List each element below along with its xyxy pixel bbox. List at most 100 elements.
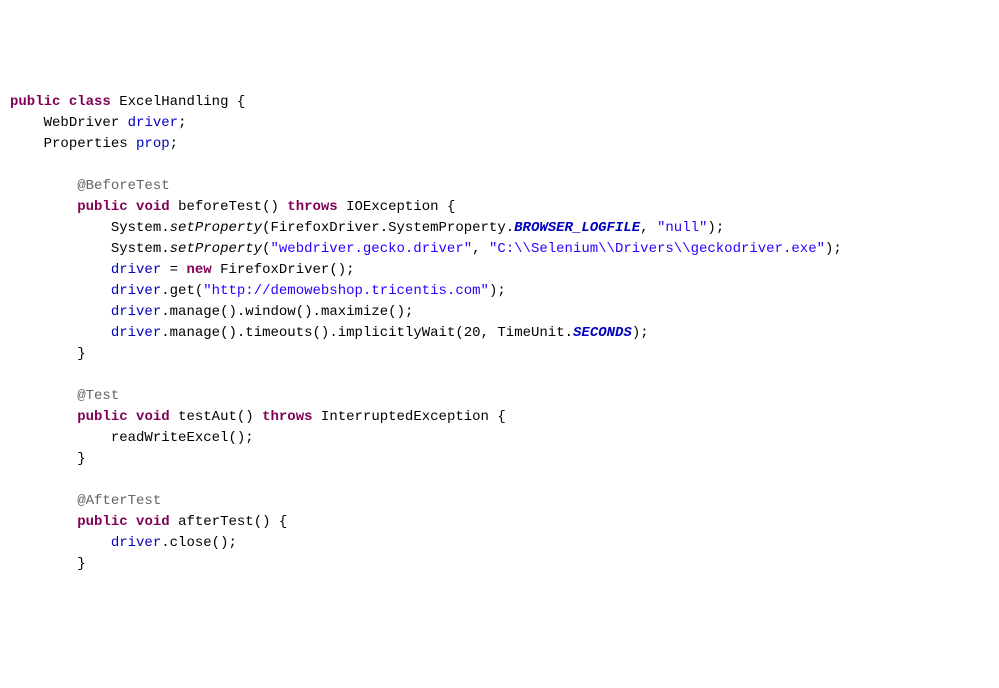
field-driver: driver [111,304,161,320]
semicolon: ; [833,241,841,257]
identifier-firefoxdriver: FirefoxDriver [220,262,329,278]
annotation-after-test: @AfterTest [77,493,161,509]
keyword-void: void [136,199,170,215]
keyword-throws: throws [262,409,312,425]
method-manage: manage [170,304,220,320]
type-webdriver: WebDriver [44,115,120,131]
semicolon: ; [346,262,354,278]
rp: ) [245,409,253,425]
keyword-void: void [136,514,170,530]
method-implicitlywait: implicitlyWait [338,325,456,341]
dot: . [313,304,321,320]
code-block: public class ExcelHandling { WebDriver d… [10,92,989,575]
brace-close: } [77,451,85,467]
method-setproperty: setProperty [170,241,262,257]
string-null: "null" [657,220,707,236]
comma: , [481,325,489,341]
string-url: "http://demowebshop.tricentis.com" [203,283,489,299]
keyword-void: void [136,409,170,425]
type-interruptedexception: InterruptedException [321,409,489,425]
method-timeouts: timeouts [245,325,312,341]
method-setproperty: setProperty [170,220,262,236]
lp: ( [455,325,463,341]
lp: ( [296,304,304,320]
dot: . [506,220,514,236]
static-field-browser-logfile: BROWSER_LOGFILE [514,220,640,236]
rp: ) [707,220,715,236]
lp: ( [313,325,321,341]
semicolon: ; [170,136,178,152]
identifier-system: System [111,220,161,236]
keyword-new: new [186,262,211,278]
field-prop: prop [136,136,170,152]
identifier-systemproperty: SystemProperty [388,220,506,236]
annotation-before-test: @BeforeTest [77,178,169,194]
lp: ( [212,535,220,551]
comma: , [640,220,648,236]
method-maximize: maximize [321,304,388,320]
rp: ) [338,262,346,278]
field-driver: driver [111,535,161,551]
field-driver: driver [111,283,161,299]
method-close: close [170,535,212,551]
rp: ) [397,304,405,320]
dot: . [565,325,573,341]
rp: ) [632,325,640,341]
lp: ( [329,262,337,278]
semicolon: ; [405,304,413,320]
rp: ) [270,199,278,215]
rp: ) [304,304,312,320]
rp: ) [220,535,228,551]
comma: , [472,241,480,257]
type-ioexception: IOException [346,199,438,215]
brace-open: { [447,199,455,215]
rp: ) [237,430,245,446]
lp: ( [388,304,396,320]
string-gecko-prop: "webdriver.gecko.driver" [270,241,472,257]
method-manage: manage [170,325,220,341]
dot: . [380,220,388,236]
method-testaut: testAut [178,409,237,425]
identifier-firefoxdriver: FirefoxDriver [270,220,379,236]
dot: . [161,283,169,299]
identifier-system: System [111,241,161,257]
dot: . [161,535,169,551]
field-driver: driver [111,262,161,278]
semicolon: ; [245,430,253,446]
lp: ( [254,514,262,530]
dot: . [329,325,337,341]
semicolon: ; [228,535,236,551]
type-properties: Properties [44,136,128,152]
brace-close: } [77,346,85,362]
keyword-class: class [69,94,111,110]
rp: ) [228,325,236,341]
semicolon: ; [716,220,724,236]
identifier-timeunit: TimeUnit [497,325,564,341]
eq: = [170,262,178,278]
method-readwriteexcel: readWriteExcel [111,430,229,446]
rp: ) [228,304,236,320]
brace-open: { [497,409,505,425]
method-window: window [245,304,295,320]
keyword-public: public [77,409,127,425]
lp: ( [228,430,236,446]
rp: ) [262,514,270,530]
method-aftertest: afterTest [178,514,254,530]
field-driver: driver [128,115,178,131]
keyword-public: public [77,199,127,215]
semicolon: ; [497,283,505,299]
number-20: 20 [464,325,481,341]
brace-close: } [77,556,85,572]
keyword-public: public [77,514,127,530]
method-get: get [170,283,195,299]
class-name: ExcelHandling [119,94,228,110]
dot: . [161,241,169,257]
semicolon: ; [640,325,648,341]
dot: . [161,220,169,236]
static-field-seconds: SECONDS [573,325,632,341]
field-driver: driver [111,325,161,341]
dot: . [161,304,169,320]
brace-open: { [237,94,245,110]
method-beforetest: beforeTest [178,199,262,215]
dot: . [161,325,169,341]
